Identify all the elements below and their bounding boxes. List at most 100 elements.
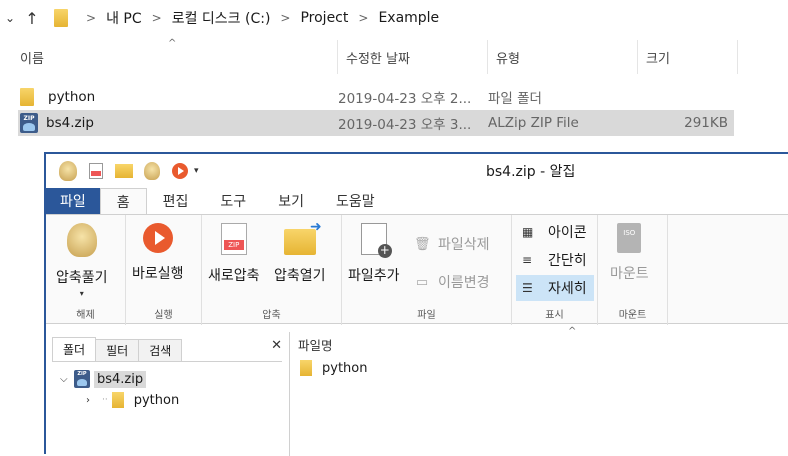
- chevron-down-icon[interactable]: ⌄: [0, 11, 20, 25]
- close-icon[interactable]: ✕: [271, 338, 282, 353]
- button-label: 파일추가: [348, 268, 400, 284]
- tree-tabs: 폴더 필터 검색 ✕: [52, 337, 282, 362]
- quick-access-new-zip[interactable]: [82, 160, 110, 182]
- file-name-cell: python: [18, 88, 338, 106]
- file-type: ALZip ZIP File: [488, 115, 579, 131]
- title-bar: ▾ bs4.zip - 알집: [46, 154, 788, 188]
- zip-file-icon: [220, 223, 247, 255]
- group-label: 표시: [545, 310, 564, 321]
- button-label: 아이콘: [548, 225, 587, 241]
- add-file-icon: [360, 223, 392, 258]
- sort-up-icon: ^: [568, 326, 577, 337]
- button-label: 압축열기: [274, 268, 326, 284]
- run-button[interactable]: 바로실행: [132, 223, 184, 283]
- delete-file-button[interactable]: 🗑 파일삭제: [414, 231, 490, 257]
- quick-access-mascot[interactable]: [54, 160, 82, 182]
- list-item-label: python: [322, 360, 368, 376]
- quick-access-extract[interactable]: [138, 160, 166, 182]
- folder-tree-pane: 폴더 필터 검색 ✕ ⌵ ZIP bs4.zip › ·· python: [46, 332, 290, 456]
- open-archive-button[interactable]: 압축열기: [274, 219, 326, 285]
- breadcrumb-item[interactable]: 내 PC: [106, 8, 142, 28]
- button-label: 압축풀기: [56, 270, 108, 286]
- folder-icon: [54, 9, 68, 27]
- quick-access-run[interactable]: [166, 160, 194, 182]
- chevron-down-icon[interactable]: ⌵: [60, 374, 74, 385]
- up-arrow-icon[interactable]: ↑: [20, 9, 44, 28]
- tab-tools[interactable]: 도구: [204, 188, 262, 214]
- group-mount: 마운트 마운트: [598, 215, 668, 325]
- chevron-right-icon: >: [358, 11, 369, 25]
- details-icon: ☰: [522, 281, 533, 295]
- ribbon-tabs: 파일 홈 편집 도구 보기 도움말: [46, 188, 788, 214]
- chevron-right-icon: >: [280, 11, 291, 25]
- window-title: bs4.zip - 알집: [486, 164, 576, 180]
- view-icons-button[interactable]: ▦ 아이콘: [516, 219, 594, 245]
- list-item[interactable]: python: [300, 360, 367, 376]
- group-label: 해제: [76, 310, 95, 321]
- add-file-button[interactable]: 파일추가: [348, 223, 400, 285]
- alzip-window: ▾ bs4.zip - 알집 파일 홈 편집 도구 보기 도움말 압축풀기 ▾ …: [44, 152, 788, 456]
- button-label: 바로실행: [132, 266, 184, 282]
- column-date[interactable]: 수정한 날짜: [338, 40, 488, 74]
- column-header: ^ 이름 수정한 날짜 유형 크기: [0, 38, 740, 74]
- group-label: 마운트: [618, 310, 647, 321]
- alzip-mascot-icon: [66, 223, 97, 257]
- tab-view[interactable]: 보기: [262, 188, 320, 214]
- column-size[interactable]: 크기: [638, 40, 738, 74]
- button-label: 자세히: [548, 281, 587, 297]
- file-size: 291KB: [684, 115, 728, 131]
- file-type: 파일 폴더: [488, 91, 542, 107]
- breadcrumb-item[interactable]: Project: [300, 10, 348, 26]
- tree-node-root[interactable]: ⌵ ZIP bs4.zip: [60, 370, 147, 388]
- folder-icon: [300, 360, 312, 376]
- play-icon: [172, 163, 188, 179]
- list-icon: ≡: [522, 253, 533, 267]
- mount-button[interactable]: 마운트: [610, 223, 649, 283]
- tree-node-label: bs4.zip: [94, 370, 147, 388]
- button-label: 이름변경: [438, 275, 490, 291]
- extract-button[interactable]: 압축풀기 ▾: [56, 223, 108, 298]
- tree-connector: ··: [102, 395, 108, 405]
- tab-file[interactable]: 파일: [46, 188, 100, 214]
- extract-icon: [144, 162, 160, 180]
- tab-help[interactable]: 도움말: [320, 188, 391, 214]
- dropdown-arrow-icon[interactable]: ▾: [80, 289, 84, 298]
- column-name[interactable]: ^ 이름: [0, 38, 338, 74]
- address-bar: ⌄ ↑ > 내 PC > 로컬 디스크 (C:) > Project > Exa…: [0, 0, 788, 36]
- quick-access-open[interactable]: [110, 160, 138, 182]
- dropdown-arrow-icon[interactable]: ▾: [194, 166, 208, 176]
- chevron-right-icon[interactable]: ›: [86, 395, 100, 406]
- iso-disk-icon: [617, 223, 642, 253]
- file-date: 2019-04-23 오후 2...: [338, 91, 472, 107]
- file-name-cell: ZIP bs4.zip: [18, 113, 338, 133]
- file-name: bs4.zip: [46, 115, 94, 131]
- tab-home[interactable]: 홈: [99, 188, 147, 214]
- group-file: 파일추가 🗑 파일삭제 ▭ 이름변경 파일: [342, 215, 512, 325]
- tab-edit[interactable]: 편집: [147, 188, 205, 214]
- zip-icon: ZIP: [20, 113, 38, 133]
- grid-icon: ▦: [522, 225, 534, 239]
- tab-search[interactable]: 검색: [138, 339, 183, 361]
- group-compress: 새로압축 압축열기 압축: [202, 215, 342, 325]
- file-row[interactable]: ZIP bs4.zip 2019-04-23 오후 3... ALZip ZIP…: [18, 110, 734, 136]
- column-label: 수정한 날짜: [346, 51, 410, 67]
- folder-icon: [111, 392, 124, 408]
- rename-button[interactable]: ▭ 이름변경: [414, 269, 490, 295]
- zip-file-icon: [89, 163, 103, 179]
- group-run: 바로실행 실행: [126, 215, 202, 325]
- view-simple-button[interactable]: ≡ 간단히: [516, 247, 594, 273]
- list-header-filename[interactable]: ^ 파일명: [292, 326, 788, 356]
- new-archive-button[interactable]: 새로압축: [208, 223, 260, 285]
- view-details-button[interactable]: ☰ 자세히: [516, 275, 594, 301]
- breadcrumb-item[interactable]: 로컬 디스크 (C:): [172, 8, 271, 28]
- tab-folder[interactable]: 폴더: [52, 337, 97, 361]
- breadcrumb[interactable]: > 내 PC > 로컬 디스크 (C:) > Project > Example: [50, 5, 439, 31]
- breadcrumb-item[interactable]: Example: [378, 10, 439, 26]
- group-extract: 압축풀기 ▾ 해제: [46, 215, 126, 325]
- group-view: ▦ 아이콘 ≡ 간단히 ☰ 자세히 표시: [512, 215, 598, 325]
- column-type[interactable]: 유형: [488, 40, 638, 74]
- file-row[interactable]: python 2019-04-23 오후 2... 파일 폴더: [18, 84, 734, 110]
- folder-open-icon: [115, 164, 133, 178]
- tab-filter[interactable]: 필터: [95, 339, 140, 361]
- tree-node-child[interactable]: › ·· python: [86, 392, 179, 408]
